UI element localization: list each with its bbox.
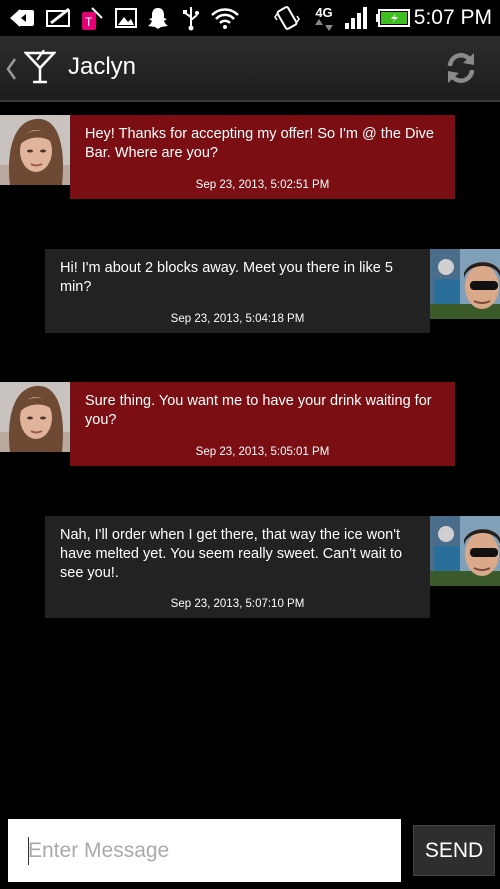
network-4g-icon: 4G [310, 4, 338, 32]
text-caret [28, 837, 29, 865]
message-text: Sure thing. You want me to have your dri… [85, 393, 432, 428]
message-bubble-incoming: Sure thing. You want me to have your dri… [70, 382, 455, 466]
message-text: Nah, I'll order when I get there, that w… [60, 527, 403, 581]
back-chevron-icon[interactable] [4, 56, 18, 87]
network-label: 4G [315, 4, 333, 20]
signal-icon [344, 4, 370, 32]
cocktail-icon [23, 49, 57, 89]
snapchat-icon [145, 4, 171, 32]
message-input[interactable] [8, 819, 401, 882]
message-text: Hi! I'm about 2 blocks away. Meet you th… [60, 260, 393, 295]
tmobile-icon: T [80, 4, 104, 32]
avatar[interactable] [430, 516, 500, 586]
carrier-badge: T [85, 15, 93, 29]
message-timestamp: Sep 23, 2013, 5:02:51 PM [195, 179, 330, 191]
message-bubble-incoming: Hey! Thanks for accepting my offer! So I… [70, 115, 455, 199]
message-timestamp: Sep 23, 2013, 5:04:18 PM [170, 313, 305, 325]
image-icon [114, 4, 138, 32]
message-timestamp: Sep 23, 2013, 5:07:10 PM [170, 598, 305, 610]
battery-icon [376, 4, 412, 32]
message-timestamp: Sep 23, 2013, 5:05:01 PM [195, 446, 330, 458]
contact-name: Jaclyn [68, 53, 137, 80]
wifi-icon [210, 4, 240, 32]
conversation-header: Jaclyn [0, 36, 500, 102]
clock: 5:07 PM [413, 6, 492, 29]
message-bubble-outgoing: Hi! I'm about 2 blocks away. Meet you th… [45, 249, 430, 333]
mail-icon [44, 4, 74, 32]
avatar[interactable] [0, 382, 70, 452]
avatar[interactable] [430, 249, 500, 319]
avatar[interactable] [0, 115, 70, 185]
usb-icon [180, 4, 202, 32]
status-bar: T 4G 5:07 PM [0, 0, 500, 36]
message-text: Hey! Thanks for accepting my offer! So I… [85, 126, 434, 161]
vibrate-icon [274, 4, 300, 32]
refresh-icon[interactable] [442, 49, 480, 87]
message-bubble-outgoing: Nah, I'll order when I get there, that w… [45, 516, 430, 618]
back-arrow-icon [8, 4, 38, 32]
send-button[interactable]: SEND [413, 825, 495, 876]
